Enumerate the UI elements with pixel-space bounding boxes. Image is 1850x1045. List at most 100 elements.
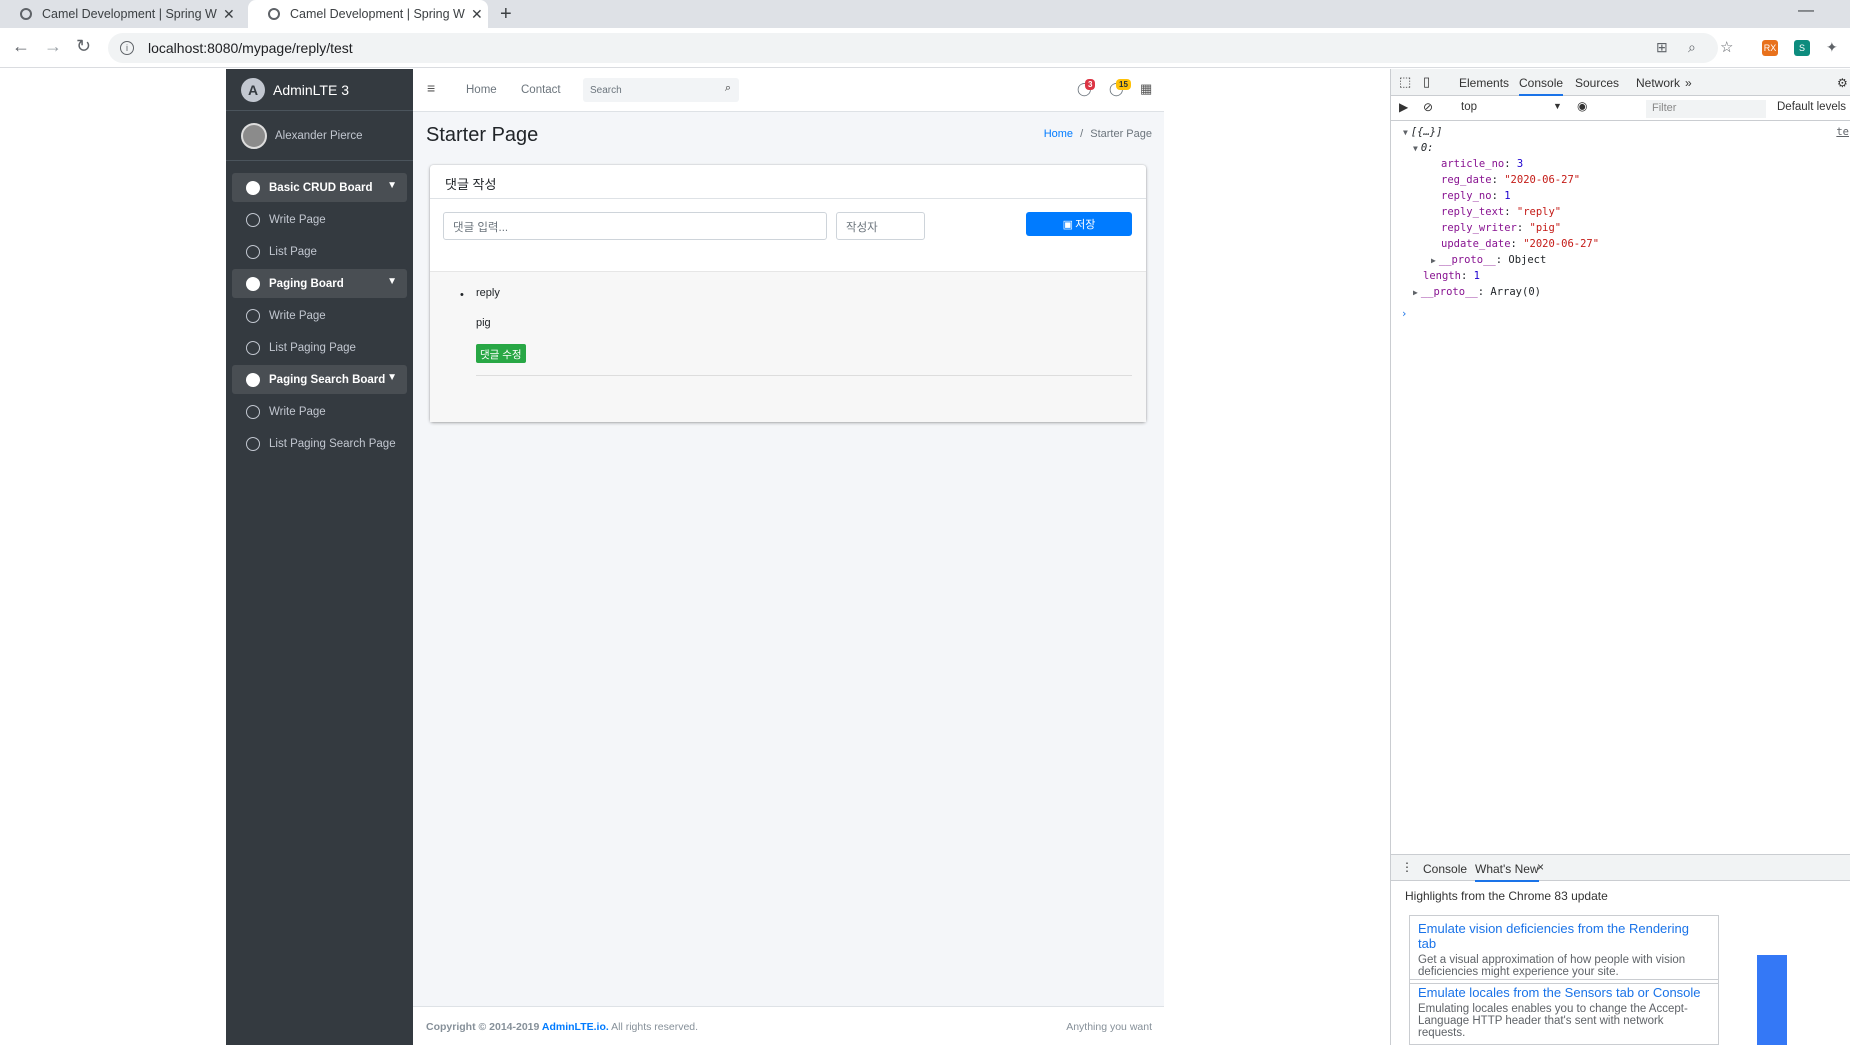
whats-new-card[interactable]: Emulate locales from the Sensors tab or … <box>1409 979 1719 1045</box>
more-tabs-icon[interactable]: » <box>1685 76 1692 90</box>
console-prompt[interactable]: › <box>1401 306 1407 322</box>
brand[interactable]: A AdminLTE 3 <box>226 69 413 111</box>
expand-triangle-icon[interactable]: ▼ <box>1403 128 1408 137</box>
console-line[interactable]: ▼ [{…}] <box>1403 124 1442 141</box>
user-name[interactable]: Alexander Pierce <box>275 130 363 142</box>
browser-tab-active[interactable]: Camel Development | Spring W ✕ <box>248 0 488 28</box>
extension-rx-icon[interactable]: RX <box>1762 40 1778 56</box>
browser-tab-strip: Camel Development | Spring W ✕ Camel Dev… <box>0 0 1850 28</box>
clear-console-icon[interactable]: ⊘ <box>1423 100 1433 114</box>
whats-new-card[interactable]: Emulate vision deficiencies from the Ren… <box>1409 915 1719 984</box>
globe-icon <box>20 8 32 20</box>
reply-writer-input[interactable]: 작성자 <box>836 212 925 240</box>
expand-triangle-icon[interactable]: ▼ <box>1413 144 1418 153</box>
eye-icon[interactable]: ◉ <box>1577 99 1587 113</box>
sidebar-item-basic-crud-board[interactable]: Basic CRUD Board ▼ <box>232 173 407 202</box>
close-icon[interactable]: × <box>1537 860 1544 874</box>
sidebar-item-write-page[interactable]: Write Page <box>232 205 407 234</box>
console-line[interactable]: ▶ __proto__: Array(0) <box>1413 284 1541 301</box>
circle-icon <box>246 212 260 227</box>
back-icon[interactable]: ← <box>12 36 30 57</box>
drawer-tabbar: ⋮ Console What's New × <box>1391 855 1850 882</box>
navbar-search-input[interactable]: Search ⌕ <box>583 78 739 102</box>
search-icon[interactable]: ⌕ <box>725 82 731 95</box>
log-levels-dropdown[interactable]: Default levels <box>1777 101 1846 113</box>
console-key: article_no <box>1441 158 1505 170</box>
drawer-menu-icon[interactable]: ⋮ <box>1401 860 1413 874</box>
device-toolbar-icon[interactable]: ▯ <box>1423 74 1430 90</box>
breadcrumb-current: Starter Page <box>1090 128 1152 140</box>
inspect-element-icon[interactable]: ⬚ <box>1399 74 1411 90</box>
drawer-tab-whats-new[interactable]: What's New <box>1475 862 1539 882</box>
console-line[interactable]: ▼ 0: <box>1413 140 1433 157</box>
settings-gear-icon[interactable]: ⚙ <box>1837 76 1848 90</box>
console-value: 1 <box>1504 190 1511 202</box>
console-source-link[interactable]: te <box>1836 124 1849 140</box>
sidebar-item-list-paging-page[interactable]: List Paging Page <box>232 333 407 362</box>
modify-reply-button[interactable]: 댓글 수정 <box>476 344 526 363</box>
close-tab-icon[interactable]: ✕ <box>471 6 483 23</box>
extensions-puzzle-icon[interactable]: ✦ <box>1826 39 1838 56</box>
info-icon[interactable]: i <box>120 41 134 55</box>
whats-new-title[interactable]: Emulate vision deficiencies from the Ren… <box>1418 921 1710 951</box>
sidebar-item-paging-search-board[interactable]: Paging Search Board ▼ <box>232 365 407 394</box>
drawer-tab-console[interactable]: Console <box>1423 862 1467 876</box>
context-selector[interactable]: top <box>1461 101 1477 113</box>
console-line: update_date: "2020-06-27" <box>1441 236 1599 252</box>
sidebar-item-list-paging-search-page[interactable]: List Paging Search Page <box>232 429 407 458</box>
collapse-triangle-icon[interactable]: ▶ <box>1413 288 1418 297</box>
address-bar[interactable]: i localhost:8080/mypage/reply/test <box>108 33 1718 63</box>
hamburger-menu-icon[interactable]: ≡ <box>427 80 435 96</box>
tab-console[interactable]: Console <box>1519 76 1564 96</box>
tab-elements[interactable]: Elements <box>1459 76 1509 90</box>
devtools-panel: ⬚ ▯ Elements Console Sources Network » ⚙… <box>1390 69 1850 1045</box>
reload-icon[interactable]: ↻ <box>76 36 91 57</box>
sidebar-item-list-page[interactable]: List Page <box>232 237 407 266</box>
console-line: reply_writer: "pig" <box>1441 220 1561 236</box>
forward-icon[interactable]: → <box>44 36 62 57</box>
tab-sources[interactable]: Sources <box>1575 76 1619 90</box>
grid-apps-icon[interactable]: ▦ <box>1140 81 1152 97</box>
breadcrumb-home-link[interactable]: Home <box>1044 128 1073 140</box>
nav-contact-link[interactable]: Contact <box>521 84 561 96</box>
console-key: update_date <box>1441 238 1511 250</box>
messages-badge: 3 <box>1085 79 1096 90</box>
sidebar-item-label: Write Page <box>269 405 326 418</box>
whats-new-title[interactable]: Emulate locales from the Sensors tab or … <box>1418 985 1710 1000</box>
reply-text-input[interactable]: 댓글 입력... <box>443 212 827 240</box>
reply-card: 댓글 작성 댓글 입력... 작성자 ▣ 저장 • reply pig 댓글 수… <box>430 165 1146 422</box>
save-button-label: 저장 <box>1075 219 1096 231</box>
page-title: Starter Page <box>426 124 539 146</box>
sidebar-toggle-icon[interactable]: ▶ <box>1399 100 1408 114</box>
bookmark-star-icon[interactable]: ☆ <box>1720 38 1733 56</box>
whats-new-desc: Get a visual approximation of how people… <box>1418 954 1686 978</box>
close-tab-icon[interactable]: ✕ <box>223 6 235 23</box>
sidebar-item-label: Write Page <box>269 309 326 322</box>
console-colon: : <box>1491 174 1505 186</box>
context-dropdown-icon[interactable]: ▼ <box>1553 101 1562 111</box>
console-filter-input[interactable]: Filter <box>1646 100 1766 118</box>
nav-home-link[interactable]: Home <box>466 84 497 96</box>
save-button[interactable]: ▣ 저장 <box>1026 212 1132 236</box>
minimize-icon[interactable]: — <box>1798 2 1814 20</box>
sidebar-item-write-page[interactable]: Write Page <box>232 397 407 426</box>
sidebar-item-label: Basic CRUD Board <box>269 181 373 194</box>
user-panel[interactable]: Alexander Pierce <box>226 111 413 161</box>
translate-icon[interactable]: ⊞ <box>1656 39 1668 56</box>
console-toolbar: ▶ ⊘ top ▼ ◉ Filter Default levels <box>1391 96 1850 121</box>
browser-tab[interactable]: Camel Development | Spring W ✕ <box>0 0 240 28</box>
console-value: Object <box>1508 254 1547 266</box>
sidebar-item-paging-board[interactable]: Paging Board ▼ <box>232 269 407 298</box>
sidebar-item-write-page[interactable]: Write Page <box>232 301 407 330</box>
tab-network[interactable]: Network <box>1636 76 1680 90</box>
console-line[interactable]: ▶ __proto__: Object <box>1431 252 1546 269</box>
copyright-suffix: All rights reserved. <box>608 1021 699 1033</box>
adminlte-link[interactable]: AdminLTE.io. <box>542 1021 609 1033</box>
console-key: __proto__ <box>1420 286 1478 298</box>
extension-s-icon[interactable]: S <box>1794 40 1810 56</box>
adminlte-logo: A <box>241 77 265 102</box>
zoom-icon[interactable]: ⌕ <box>1688 39 1696 56</box>
circle-icon <box>246 340 260 355</box>
collapse-triangle-icon[interactable]: ▶ <box>1431 256 1436 265</box>
new-tab-icon[interactable]: + <box>500 3 512 26</box>
